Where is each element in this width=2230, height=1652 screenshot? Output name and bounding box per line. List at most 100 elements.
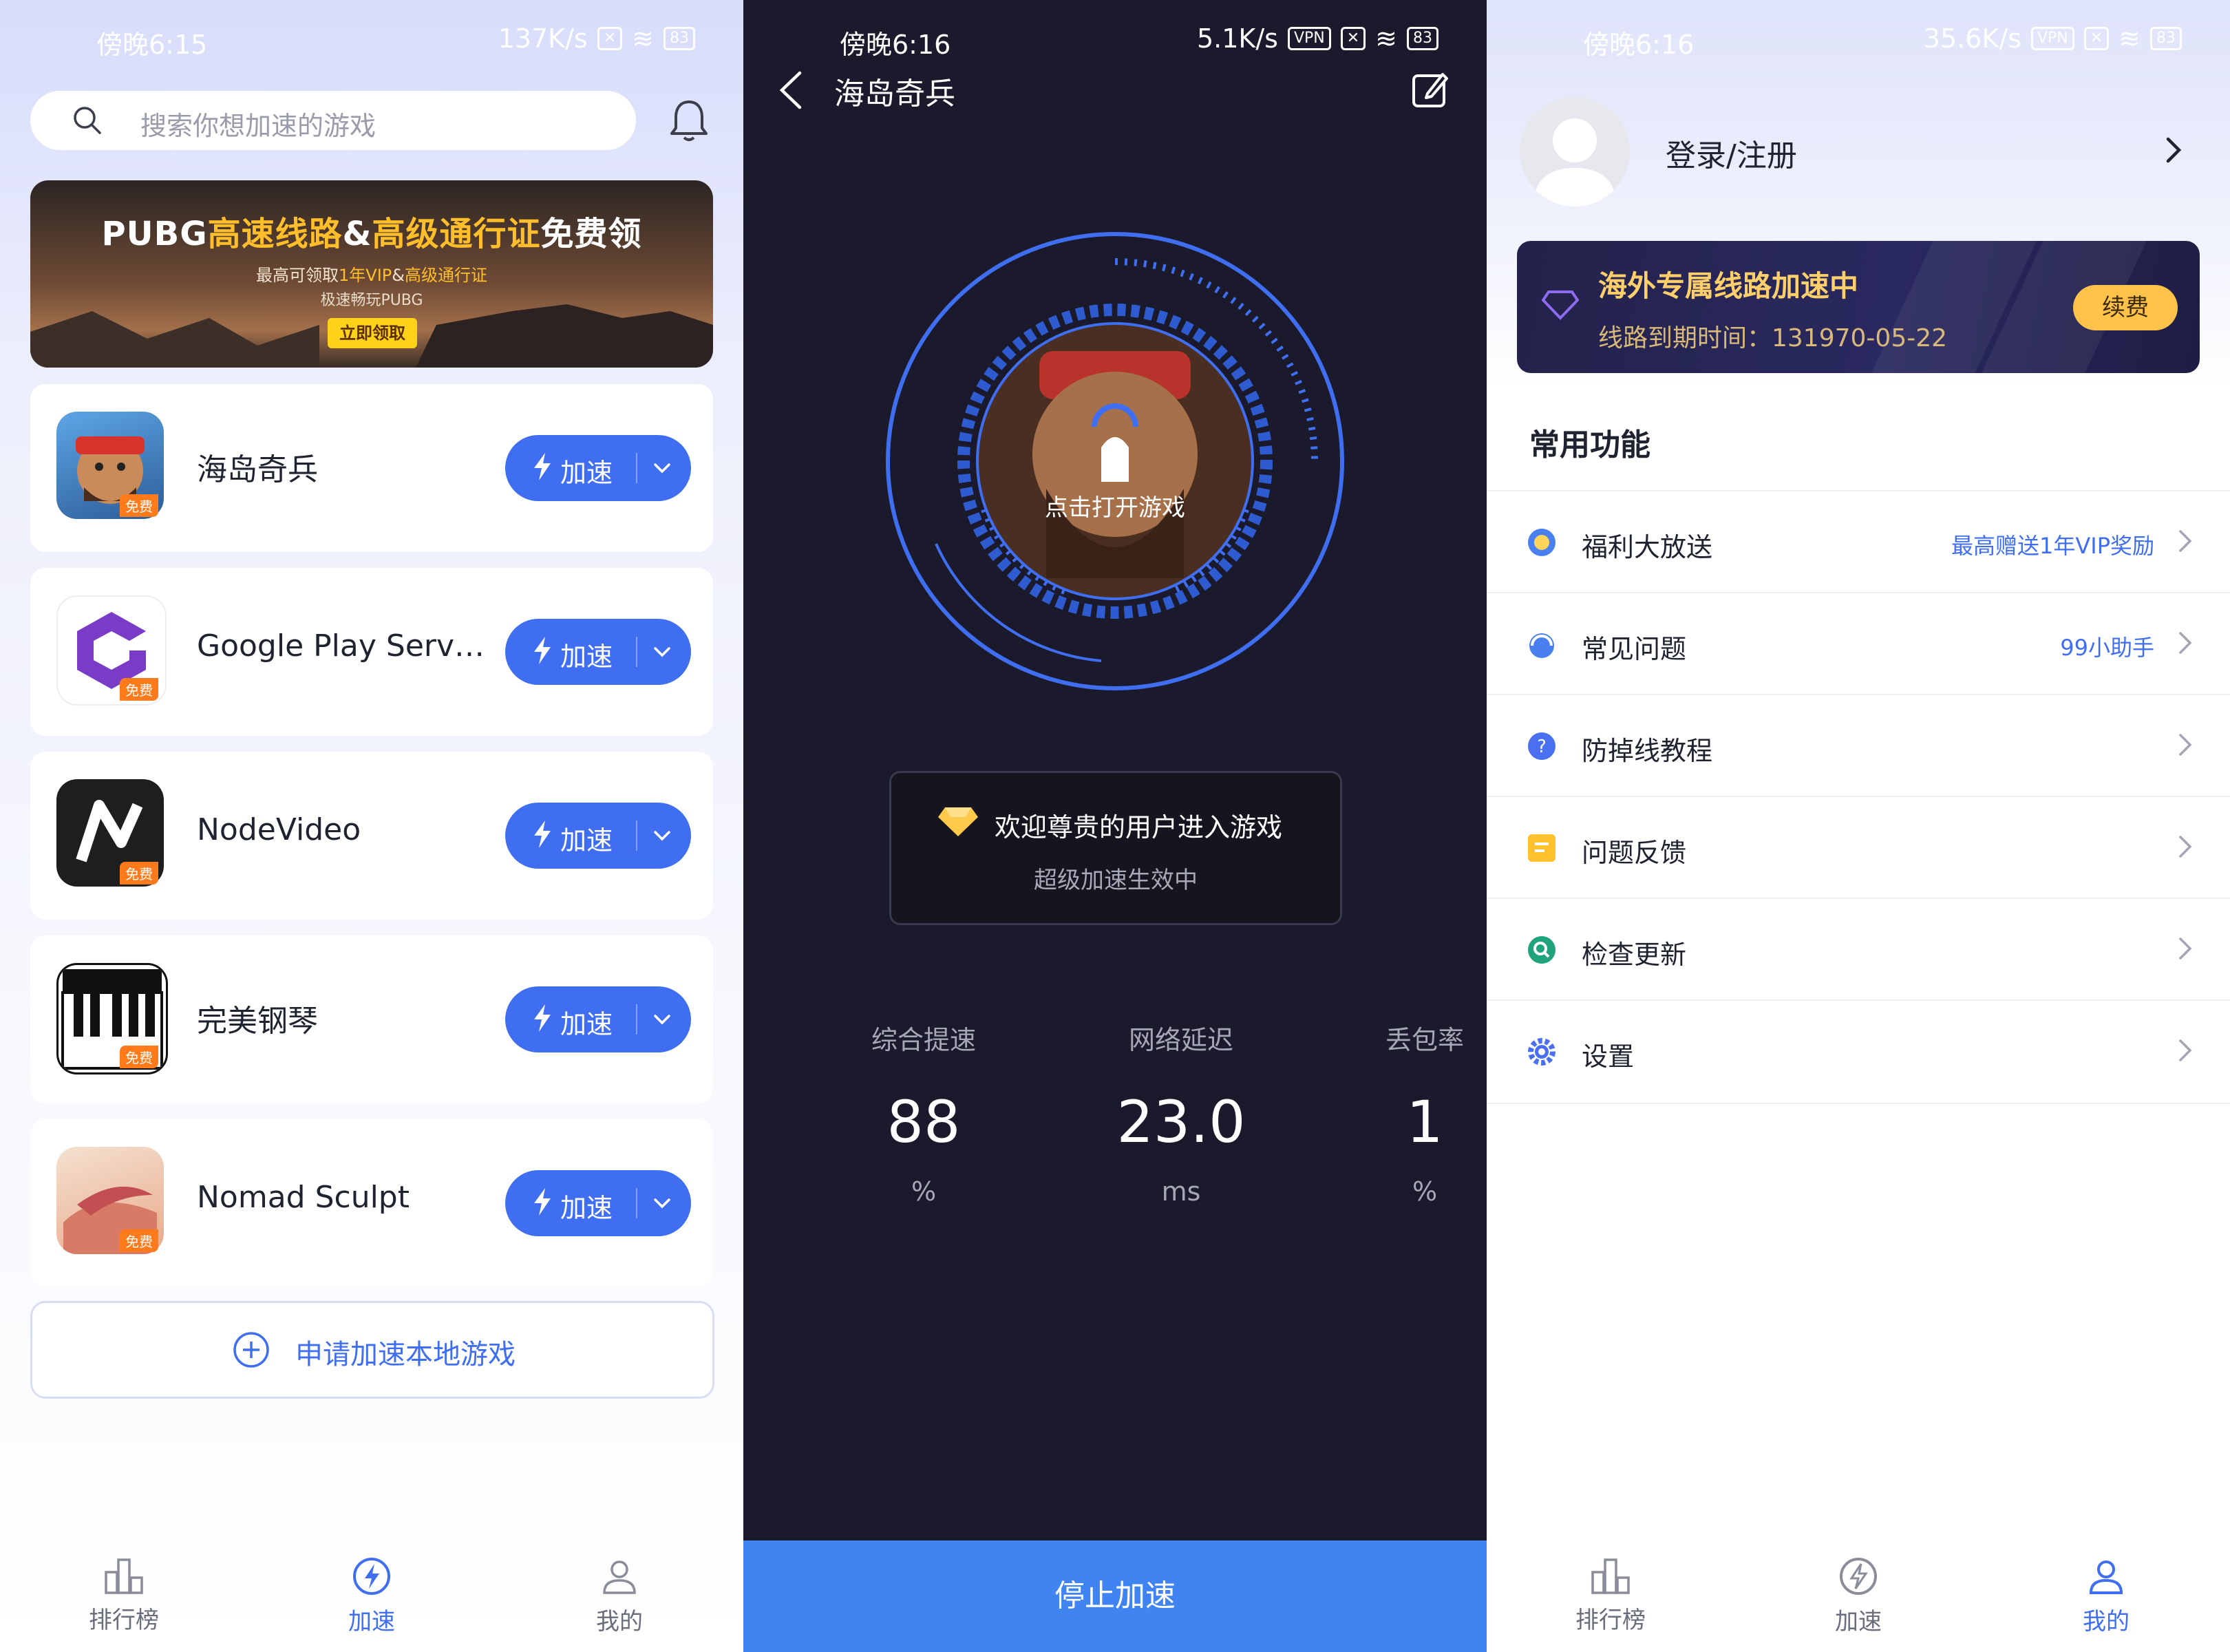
net-speed: 137K/s <box>498 23 588 54</box>
menu-item-update[interactable]: 检查更新 <box>1487 898 2230 1001</box>
back-icon[interactable] <box>774 69 809 112</box>
gift-icon <box>1528 529 1555 556</box>
update-icon <box>1528 936 1555 964</box>
vip-diamond-icon <box>1542 290 1579 320</box>
bolt-icon <box>534 453 551 480</box>
boost-icon <box>1840 1558 1877 1595</box>
menu-item-faq[interactable]: 常见问题 99小助手 <box>1487 592 2230 695</box>
bolt-icon <box>534 637 551 664</box>
chevron-down-icon[interactable] <box>651 641 673 663</box>
chevron-right-icon[interactable] <box>2161 135 2186 165</box>
banner-title: PUBG高速线路&高级通行证免费领 <box>101 215 642 253</box>
chevron-right-icon <box>2179 1039 2192 1061</box>
status-bar: 傍晚6:15 137K/s ✕ ≋ 83 <box>0 0 743 83</box>
promo-banner[interactable]: PUBG高速线路&高级通行证免费领 最高可领取1年VIP&高级通行证 极速畅玩P… <box>30 180 713 368</box>
login-register-link[interactable]: 登录/注册 <box>1666 131 1797 175</box>
game-name: 海岛奇兵 <box>197 452 318 487</box>
plus-circle-icon <box>233 1332 269 1368</box>
status-right: 5.1K/s VPN ✕ ≋ 83 <box>1197 23 1438 54</box>
vip-expiry: 线路到期时间：131970-05-22 <box>1598 324 1948 352</box>
battery-icon: 83 <box>1407 27 1438 50</box>
welcome-title: 欢迎尊贵的用户进入游戏 <box>995 812 1283 843</box>
stat-packet-loss: 丢包率 1 % <box>1385 1025 1464 1207</box>
bell-icon[interactable] <box>665 96 713 145</box>
radar-caption: 点击打开游戏 <box>1045 494 1185 522</box>
search-input[interactable]: 搜索你想加速的游戏 <box>30 91 636 150</box>
renew-button[interactable]: 续费 <box>2073 285 2178 330</box>
game-card[interactable]: 免费 完美钢琴 加速 <box>30 935 713 1103</box>
free-badge: 免费 <box>120 494 158 517</box>
free-badge: 免费 <box>120 678 158 701</box>
game-name: NodeVideo <box>197 812 361 847</box>
game-card[interactable]: 免费 Nomad Sculpt 加速 <box>30 1119 713 1287</box>
headset-icon <box>1529 633 1554 658</box>
tab-boost[interactable]: 加速 <box>289 1535 454 1636</box>
stat-latency: 网络延迟 23.0 ms <box>1116 1025 1246 1207</box>
welcome-subtitle: 超级加速生效中 <box>1034 867 1198 894</box>
home-screen: 傍晚6:15 137K/s ✕ ≋ 83 搜索你想加速的游戏 PUBG高速线路&… <box>0 0 743 1652</box>
section-title: 常用功能 <box>1529 427 1650 463</box>
stat-speedup: 综合提速 88 % <box>871 1025 976 1207</box>
chevron-right-icon <box>2179 632 2192 654</box>
game-card[interactable]: 免费 海岛奇兵 加速 <box>30 384 713 552</box>
menu-item-welfare[interactable]: 福利大放送 最高赠送1年VIP奖励 <box>1487 490 2230 593</box>
tab-profile[interactable]: 我的 <box>2024 1535 2189 1636</box>
edit-icon[interactable] <box>1410 69 1451 110</box>
stop-boost-button[interactable]: 停止加速 <box>743 1540 1487 1652</box>
bottom-tab-bar: 排行榜 加速 我的 <box>0 1535 743 1652</box>
banner-claim-button[interactable]: 立即领取 <box>328 318 417 348</box>
tab-profile[interactable]: 我的 <box>537 1535 702 1636</box>
game-name: Google Play Servi… <box>197 628 486 664</box>
menu-item-feedback[interactable]: 问题反馈 <box>1487 796 2230 899</box>
free-badge: 免费 <box>120 1229 158 1252</box>
vpn-icon: VPN <box>1287 27 1331 50</box>
game-card[interactable]: 免费 Google Play Servi… 加速 <box>30 568 713 736</box>
accelerate-button[interactable]: 加速 <box>505 435 691 501</box>
help-icon: ? <box>1528 732 1555 760</box>
tab-ranking[interactable]: 排行榜 <box>41 1535 206 1635</box>
net-speed: 35.6K/s <box>1923 23 2021 54</box>
profile-screen: 傍晚6:16 35.6K/s VPN ✕ ≋ 83 登录/注册 海外专属线路加速… <box>1487 0 2230 1652</box>
sim-icon: ✕ <box>2083 27 2110 50</box>
battery-icon: 83 <box>2150 27 2182 50</box>
chevron-down-icon[interactable] <box>651 825 673 847</box>
accelerate-button[interactable]: 加速 <box>505 986 691 1052</box>
chevron-right-icon <box>2179 836 2192 858</box>
tab-ranking[interactable]: 排行榜 <box>1528 1535 1693 1635</box>
game-card[interactable]: 免费 NodeVideo 加速 <box>30 752 713 920</box>
accelerate-button[interactable]: 加速 <box>505 803 691 869</box>
request-local-game-button[interactable]: 申请加速本地游戏 <box>30 1301 714 1399</box>
avatar[interactable] <box>1520 96 1630 206</box>
wifi-icon: ≋ <box>632 23 654 54</box>
chevron-down-icon[interactable] <box>651 1008 673 1030</box>
status-right: 137K/s ✕ ≋ 83 <box>498 23 695 54</box>
battery-icon: 83 <box>663 27 695 50</box>
boost-icon <box>353 1558 390 1595</box>
ranking-icon <box>105 1558 143 1594</box>
free-badge: 免费 <box>120 862 158 885</box>
accelerate-button[interactable]: 加速 <box>505 619 691 685</box>
chevron-down-icon[interactable] <box>651 1192 673 1214</box>
net-speed: 5.1K/s <box>1196 23 1278 54</box>
boost-screen: 傍晚6:16 5.1K/s VPN ✕ ≋ 83 海岛奇兵 点击打开游戏 欢迎尊… <box>743 0 1487 1652</box>
status-time: 傍晚6:16 <box>840 30 951 60</box>
search-placeholder: 搜索你想加速的游戏 <box>140 111 376 141</box>
page-title: 海岛奇兵 <box>834 76 955 112</box>
game-name: 完美钢琴 <box>197 1004 318 1039</box>
vpn-icon: VPN <box>2030 27 2074 50</box>
settings-icon <box>1528 1038 1555 1066</box>
menu-item-settings[interactable]: 设置 <box>1487 999 2230 1104</box>
profile-icon <box>2089 1560 2123 1594</box>
chevron-down-icon[interactable] <box>651 457 673 479</box>
menu-item-tutorial[interactable]: ? 防掉线教程 <box>1487 694 2230 797</box>
diamond-icon <box>938 807 978 836</box>
tab-boost[interactable]: 加速 <box>1776 1535 1941 1636</box>
banner-line3: 极速畅玩PUBG <box>320 292 423 309</box>
chevron-right-icon <box>2179 938 2192 960</box>
free-badge: 免费 <box>120 1046 158 1068</box>
chevron-right-icon <box>2179 734 2192 756</box>
status-time: 傍晚6:15 <box>96 30 208 60</box>
sim-icon: ✕ <box>597 27 623 50</box>
game-launch-radar[interactable] <box>874 220 1356 702</box>
accelerate-button[interactable]: 加速 <box>505 1170 691 1236</box>
